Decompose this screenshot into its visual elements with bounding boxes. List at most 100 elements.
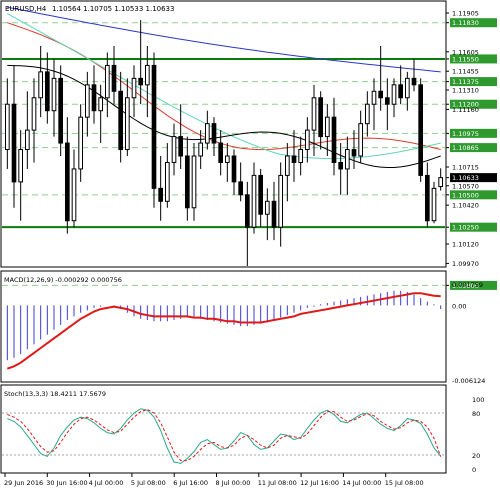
- candle-body-27: [185, 155, 190, 209]
- time-axis-label-1: 30 Jun 16:00: [46, 479, 87, 487]
- stoch-axis-label-0: 100: [472, 396, 484, 404]
- price-tick-label-12: 1.10633: [452, 174, 479, 182]
- price-tick-label-13: 1.10570: [452, 182, 479, 190]
- candle-body-2: [18, 149, 24, 183]
- macd-axis-label-1: 0.00: [452, 302, 466, 310]
- price-tick-label-1: 1.11830: [452, 19, 479, 27]
- candle-body-31: [211, 123, 217, 144]
- chart-svg: 1.119051.118301.116051.115501.114551.113…: [0, 0, 500, 490]
- candle-body-3: [25, 129, 30, 151]
- candle-body-29: [198, 142, 203, 157]
- candle-body-42: [285, 155, 290, 176]
- macd-axis-label-2: -0.006124: [452, 377, 485, 385]
- candle-body-56: [378, 90, 384, 99]
- candle-body-33: [225, 155, 230, 163]
- candle-body-37: [251, 174, 257, 228]
- candle-body-19: [131, 77, 137, 99]
- candle-body-22: [151, 64, 157, 189]
- candle-body-54: [365, 103, 370, 125]
- candle-body-1: [11, 103, 17, 183]
- candle-body-34: [231, 155, 237, 183]
- price-tick-label-16: 1.10250: [452, 224, 479, 232]
- time-axis-label-7: 12 Jul 16:00: [300, 479, 339, 487]
- candle-body-38: [258, 174, 264, 215]
- time-axis-label-4: 6 Jul 16:00: [173, 479, 208, 487]
- price-tick-label-4: 1.11455: [452, 68, 479, 76]
- main-title: EURUSD,H4: [5, 5, 47, 13]
- candle-body-49: [331, 116, 337, 163]
- candle-body-20: [138, 77, 143, 86]
- candle-body-47: [318, 97, 324, 138]
- candle-body-13: [91, 84, 97, 112]
- price-tick-label-9: 1.10975: [452, 130, 479, 138]
- time-axis-label-5: 8 Jul 00:00: [216, 479, 251, 487]
- candle-body-0: [5, 103, 10, 151]
- candle-body-4: [31, 97, 37, 131]
- candle-body-50: [338, 161, 344, 170]
- time-axis-label-0: 29 Jun 2016: [4, 479, 43, 487]
- macd-label: MACD(12,26,9) -0.000292 0.000756: [4, 276, 122, 284]
- candle-body-58: [391, 84, 397, 105]
- candle-body-62: [418, 84, 424, 176]
- price-tick-label-8: 1.11160: [452, 106, 479, 114]
- candle-body-18: [125, 97, 130, 151]
- candle-body-48: [325, 116, 330, 138]
- candle-body-65: [438, 177, 444, 188]
- candle-body-6: [45, 71, 50, 112]
- time-axis-label-9: 15 Jul 08:00: [385, 479, 424, 487]
- candle-body-26: [178, 136, 183, 157]
- candle-body-57: [385, 97, 390, 105]
- candle-body-23: [158, 187, 163, 202]
- candle-body-10: [71, 168, 77, 222]
- price-tick-label-5: 1.11375: [452, 78, 479, 86]
- candle-body-41: [278, 174, 284, 228]
- candle-body-14: [98, 97, 104, 112]
- candle-body-45: [305, 129, 310, 151]
- price-tick-label-10: 1.10865: [452, 144, 479, 152]
- candle-body-63: [425, 174, 430, 222]
- candle-body-12: [85, 84, 90, 118]
- macd-axis-label-0: 0.001759: [452, 281, 483, 289]
- chart-root: 1.11905 1.11830 1.11605 1.11550 1.11455 1.113…: [0, 0, 500, 490]
- candle-body-28: [191, 155, 197, 209]
- candle-body-8: [58, 77, 63, 144]
- candle-body-25: [171, 136, 177, 163]
- candle-body-39: [265, 200, 270, 215]
- price-tick-label-14: 1.10500: [452, 191, 479, 199]
- candle-body-15: [105, 64, 110, 99]
- candle-body-52: [351, 149, 357, 157]
- candle-body-24: [165, 161, 170, 202]
- candle-body-5: [38, 71, 43, 99]
- candle-body-30: [205, 123, 210, 144]
- price-tick-label-6: 1.11310: [452, 87, 479, 95]
- stoch-axis-label-3: 0: [472, 466, 476, 474]
- candle-body-35: [238, 181, 243, 196]
- price-tick-label-0: 1.11905: [452, 10, 479, 18]
- candle-body-46: [311, 97, 317, 131]
- time-axis-label-3: 5 Jul 08:00: [131, 479, 166, 487]
- candle-body-53: [358, 123, 364, 157]
- candle-body-32: [218, 142, 223, 163]
- candle-body-44: [298, 149, 304, 163]
- background: [0, 0, 500, 490]
- time-axis-label-2: 4 Jul 00:00: [89, 479, 124, 487]
- candle-body-64: [431, 187, 437, 222]
- price-tick-label-15: 1.10420: [452, 202, 479, 210]
- stoch-axis-label-1: 80: [472, 410, 480, 418]
- candle-body-7: [51, 77, 57, 112]
- price-tick-label-18: 1.09970: [452, 260, 479, 268]
- candle-body-11: [78, 116, 84, 170]
- candle-body-16: [111, 64, 117, 92]
- candle-body-51: [345, 149, 350, 170]
- candle-body-17: [118, 90, 124, 151]
- main-ohlc: 1.10564 1.10705 1.10533 1.10633: [52, 5, 174, 13]
- candle-body-60: [405, 77, 410, 99]
- candle-body-43: [291, 155, 297, 163]
- stoch-label: Stoch(13,3,3) 18.4211 17.5679: [4, 390, 106, 398]
- time-axis-label-6: 11 Jul 08:00: [258, 479, 297, 487]
- candle-body-40: [271, 200, 277, 228]
- candle-body-61: [411, 77, 417, 86]
- candle-body-59: [398, 84, 404, 99]
- candle-body-55: [371, 90, 377, 105]
- price-tick-label-3: 1.11550: [452, 55, 479, 63]
